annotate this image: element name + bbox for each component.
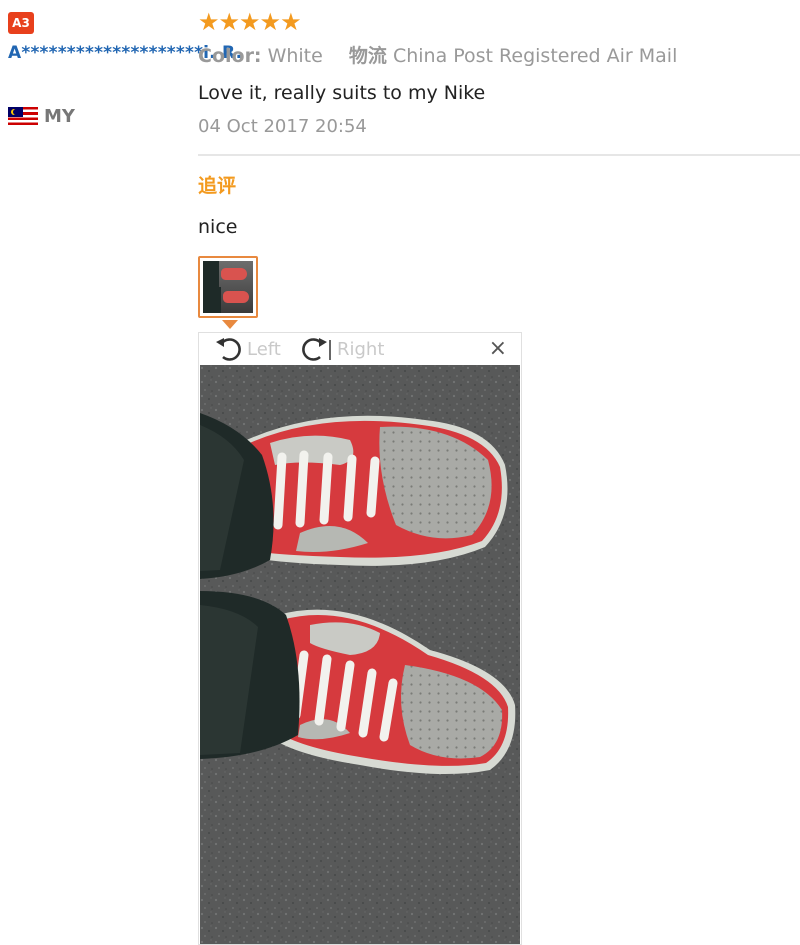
reviewer-country: MY	[8, 104, 75, 128]
rotate-left-label: Left	[247, 338, 281, 360]
photo-viewer: Left Right ×	[198, 332, 522, 945]
star-rating: ★★★★★	[198, 8, 302, 36]
close-icon[interactable]: ×	[489, 337, 507, 361]
divider	[198, 154, 800, 156]
followup-text: nice	[198, 216, 238, 238]
shipping-label: 物流	[348, 45, 387, 67]
rotate-left-icon	[216, 338, 241, 361]
viewer-toolbar: Left Right ×	[199, 333, 521, 365]
rotate-left-button[interactable]: Left	[213, 334, 281, 364]
thumbnail-image	[203, 261, 253, 313]
rotate-right-button[interactable]: Right	[299, 334, 384, 364]
member-level-badge: A3	[8, 12, 34, 34]
review-text: Love it, really suits to my Nike	[198, 82, 486, 104]
review-date: 04 Oct 2017 20:54	[198, 116, 367, 137]
followup-title: 追评	[198, 175, 237, 197]
review-meta: Color: White 物流 China Post Registered Ai…	[198, 43, 677, 69]
malaysia-flag-icon	[8, 107, 38, 125]
color-label: Color:	[198, 45, 262, 67]
country-code: MY	[44, 105, 75, 127]
rotate-right-icon	[302, 338, 331, 361]
review-photo-thumbnail[interactable]	[198, 256, 258, 318]
thumbnail-pointer-icon	[222, 320, 238, 329]
rotate-right-label: Right	[337, 338, 385, 360]
review-photo	[200, 365, 520, 944]
color-value: White	[267, 45, 323, 67]
shipping-value: China Post Registered Air Mail	[392, 45, 678, 67]
